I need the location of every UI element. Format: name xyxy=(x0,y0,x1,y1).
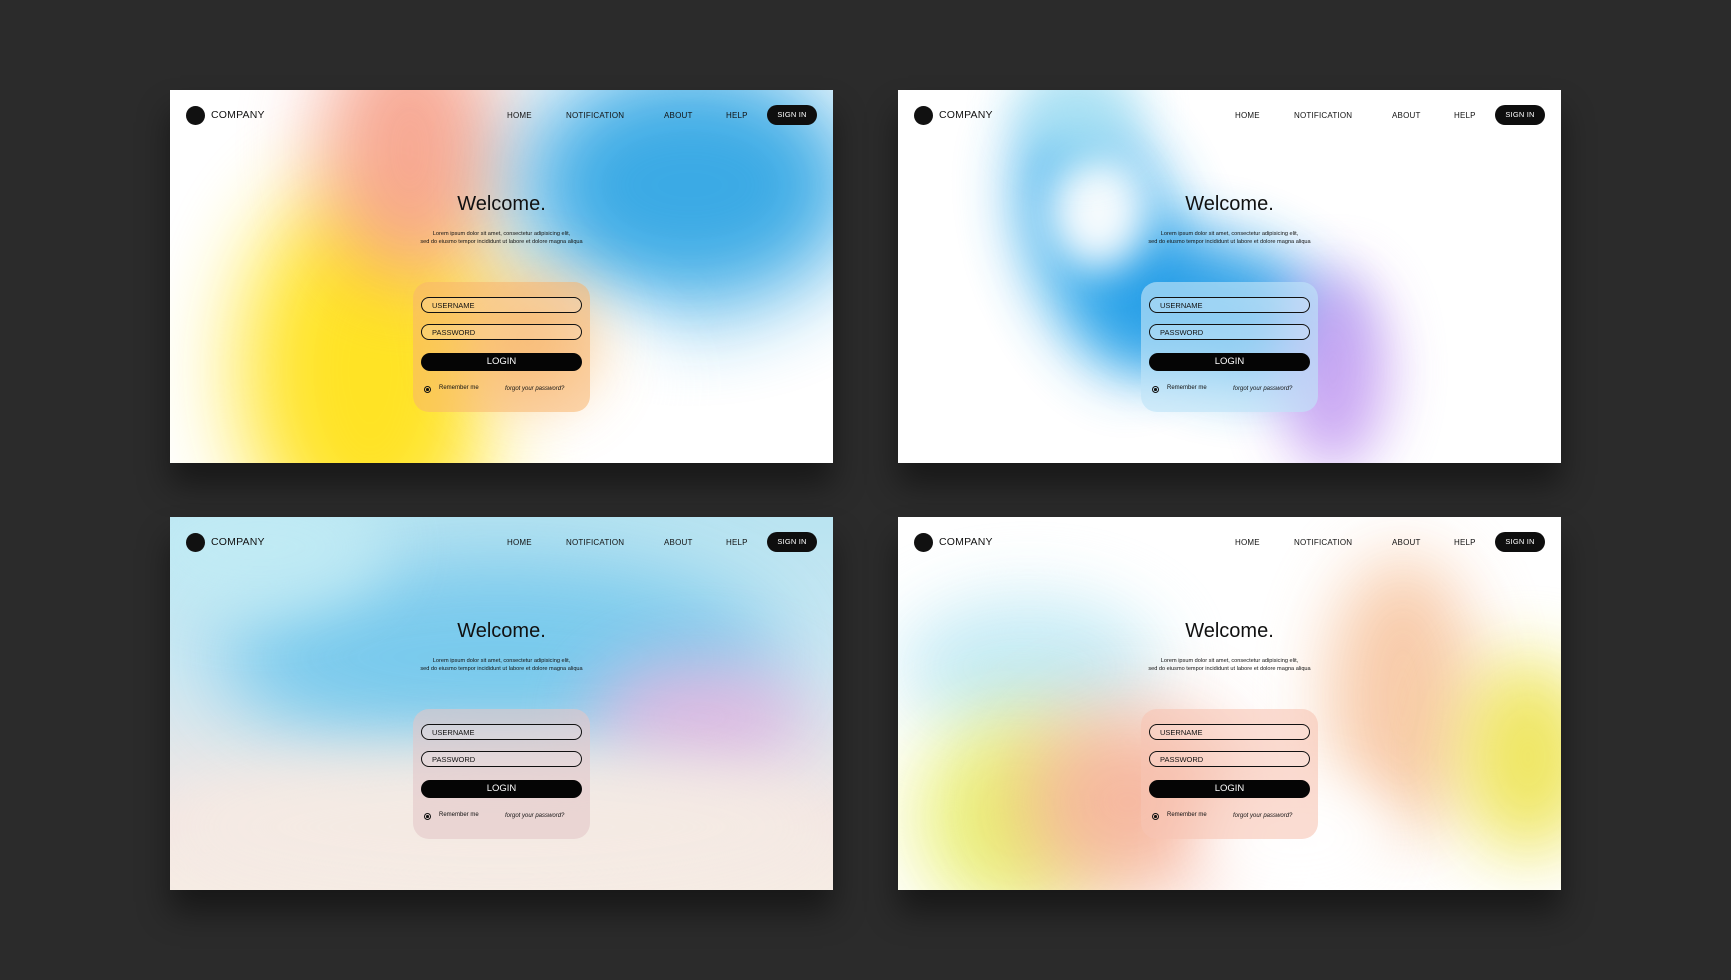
landing-page-card-2: COMPANY HOME NOTIFICATION ABOUT HELP SIG… xyxy=(898,90,1561,463)
welcome-description: Lorem ipsum dolor sit amet, consectetur … xyxy=(170,657,833,673)
password-input[interactable]: PASSWORD xyxy=(1149,751,1310,767)
company-logo-icon[interactable] xyxy=(914,533,933,552)
description-line-1: Lorem ipsum dolor sit amet, consectetur … xyxy=(1160,231,1299,237)
landing-page-card-3: COMPANY HOME NOTIFICATION ABOUT HELP SIG… xyxy=(170,517,833,890)
top-nav: COMPANY HOME NOTIFICATION ABOUT HELP SIG… xyxy=(170,90,833,140)
remember-me-radio[interactable] xyxy=(1152,813,1159,820)
description-line-2: sed do eiusmo tempor incididunt ut labor… xyxy=(1148,666,1311,672)
company-logo-icon[interactable] xyxy=(914,106,933,125)
welcome-description: Lorem ipsum dolor sit amet, consectetur … xyxy=(898,230,1561,246)
login-form: USERNAME PASSWORD LOGIN Remember me forg… xyxy=(1141,709,1318,839)
sign-in-button[interactable]: SIGN IN xyxy=(1495,105,1545,125)
login-button[interactable]: LOGIN xyxy=(1149,780,1310,798)
description-line-1: Lorem ipsum dolor sit amet, consectetur … xyxy=(432,231,571,237)
nav-home-link[interactable]: HOME xyxy=(1235,538,1260,547)
login-button[interactable]: LOGIN xyxy=(421,353,582,371)
remember-me-label[interactable]: Remember me xyxy=(1167,812,1207,818)
forgot-password-link[interactable]: forgot your password? xyxy=(1233,813,1292,819)
forgot-password-link[interactable]: forgot your password? xyxy=(1233,386,1292,392)
nav-home-link[interactable]: HOME xyxy=(507,111,532,120)
nav-notification-link[interactable]: NOTIFICATION xyxy=(566,111,624,120)
description-line-2: sed do eiusmo tempor incididunt ut labor… xyxy=(420,666,583,672)
sign-in-button[interactable]: SIGN IN xyxy=(767,105,817,125)
nav-notification-link[interactable]: NOTIFICATION xyxy=(566,538,624,547)
username-input[interactable]: USERNAME xyxy=(421,724,582,740)
remember-me-radio[interactable] xyxy=(1152,386,1159,393)
welcome-description: Lorem ipsum dolor sit amet, consectetur … xyxy=(170,230,833,246)
landing-page-card-4: COMPANY HOME NOTIFICATION ABOUT HELP SIG… xyxy=(898,517,1561,890)
nav-help-link[interactable]: HELP xyxy=(1454,538,1476,547)
welcome-heading: Welcome. xyxy=(457,193,546,215)
nav-notification-link[interactable]: NOTIFICATION xyxy=(1294,111,1352,120)
nav-about-link[interactable]: ABOUT xyxy=(664,538,693,547)
forgot-password-link[interactable]: forgot your password? xyxy=(505,813,564,819)
nav-help-link[interactable]: HELP xyxy=(726,111,748,120)
nav-home-link[interactable]: HOME xyxy=(507,538,532,547)
remember-me-radio[interactable] xyxy=(424,813,431,820)
company-name[interactable]: COMPANY xyxy=(939,109,993,121)
remember-me-label[interactable]: Remember me xyxy=(439,812,479,818)
login-button[interactable]: LOGIN xyxy=(1149,353,1310,371)
description-line-2: sed do eiusmo tempor incididunt ut labor… xyxy=(420,239,583,245)
nav-help-link[interactable]: HELP xyxy=(726,538,748,547)
password-input[interactable]: PASSWORD xyxy=(421,751,582,767)
sign-in-button[interactable]: SIGN IN xyxy=(767,532,817,552)
nav-notification-link[interactable]: NOTIFICATION xyxy=(1294,538,1352,547)
nav-help-link[interactable]: HELP xyxy=(1454,111,1476,120)
top-nav: COMPANY HOME NOTIFICATION ABOUT HELP SIG… xyxy=(170,517,833,567)
nav-about-link[interactable]: ABOUT xyxy=(1392,111,1421,120)
company-logo-icon[interactable] xyxy=(186,533,205,552)
nav-home-link[interactable]: HOME xyxy=(1235,111,1260,120)
username-input[interactable]: USERNAME xyxy=(1149,297,1310,313)
landing-page-card-1: COMPANY HOME NOTIFICATION ABOUT HELP SIG… xyxy=(170,90,833,463)
sign-in-button[interactable]: SIGN IN xyxy=(1495,532,1545,552)
nav-about-link[interactable]: ABOUT xyxy=(664,111,693,120)
nav-about-link[interactable]: ABOUT xyxy=(1392,538,1421,547)
login-button[interactable]: LOGIN xyxy=(421,780,582,798)
remember-me-radio[interactable] xyxy=(424,386,431,393)
username-input[interactable]: USERNAME xyxy=(1149,724,1310,740)
company-name[interactable]: COMPANY xyxy=(211,109,265,121)
remember-me-label[interactable]: Remember me xyxy=(439,385,479,391)
login-form: USERNAME PASSWORD LOGIN Remember me forg… xyxy=(1141,282,1318,412)
login-form: USERNAME PASSWORD LOGIN Remember me forg… xyxy=(413,282,590,412)
login-form: USERNAME PASSWORD LOGIN Remember me forg… xyxy=(413,709,590,839)
top-nav: COMPANY HOME NOTIFICATION ABOUT HELP SIG… xyxy=(898,517,1561,567)
welcome-heading: Welcome. xyxy=(1185,620,1274,642)
password-input[interactable]: PASSWORD xyxy=(1149,324,1310,340)
welcome-heading: Welcome. xyxy=(457,620,546,642)
company-name[interactable]: COMPANY xyxy=(211,536,265,548)
description-line-2: sed do eiusmo tempor incididunt ut labor… xyxy=(1148,239,1311,245)
top-nav: COMPANY HOME NOTIFICATION ABOUT HELP SIG… xyxy=(898,90,1561,140)
company-logo-icon[interactable] xyxy=(186,106,205,125)
welcome-heading: Welcome. xyxy=(1185,193,1274,215)
remember-me-label[interactable]: Remember me xyxy=(1167,385,1207,391)
company-name[interactable]: COMPANY xyxy=(939,536,993,548)
password-input[interactable]: PASSWORD xyxy=(421,324,582,340)
description-line-1: Lorem ipsum dolor sit amet, consectetur … xyxy=(1160,658,1299,664)
forgot-password-link[interactable]: forgot your password? xyxy=(505,386,564,392)
username-input[interactable]: USERNAME xyxy=(421,297,582,313)
description-line-1: Lorem ipsum dolor sit amet, consectetur … xyxy=(432,658,571,664)
welcome-description: Lorem ipsum dolor sit amet, consectetur … xyxy=(898,657,1561,673)
